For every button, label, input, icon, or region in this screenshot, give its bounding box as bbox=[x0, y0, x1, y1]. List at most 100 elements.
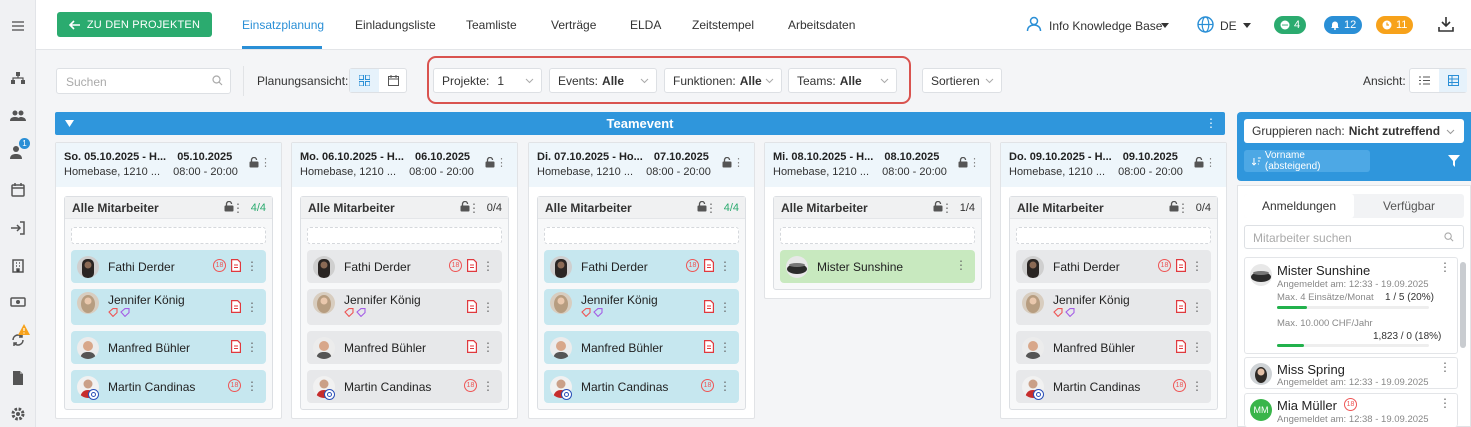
person-row[interactable]: Manfred Bühler ⋮ bbox=[544, 331, 739, 364]
download-icon[interactable] bbox=[1438, 16, 1454, 32]
gear-icon[interactable] bbox=[10, 406, 26, 422]
lock-icon[interactable] bbox=[958, 157, 968, 168]
chevron-down-icon[interactable] bbox=[1161, 23, 1169, 28]
pdf-icon[interactable] bbox=[467, 259, 477, 272]
pdf-icon[interactable] bbox=[467, 340, 477, 353]
pdf-icon[interactable] bbox=[1176, 340, 1186, 353]
grid-view-icon[interactable] bbox=[350, 69, 379, 92]
hierarchy-icon[interactable] bbox=[10, 70, 26, 86]
tab-arbeitsdaten[interactable]: Arbeitsdaten bbox=[788, 18, 855, 32]
pdf-icon[interactable] bbox=[231, 340, 241, 353]
person-menu-icon[interactable]: ⋮ bbox=[482, 341, 494, 353]
column-menu-icon[interactable]: ⋮ bbox=[260, 156, 271, 169]
tab-verfuegbar[interactable]: Verfügbar bbox=[1354, 194, 1464, 218]
users-icon[interactable] bbox=[10, 108, 26, 124]
document-icon[interactable] bbox=[10, 370, 26, 386]
person-menu-icon[interactable]: ⋮ bbox=[955, 259, 967, 271]
employee-search-input[interactable]: Mitarbeiter suchen bbox=[1244, 225, 1464, 249]
person-menu-icon[interactable]: ⋮ bbox=[719, 341, 731, 353]
tab-einladungsliste[interactable]: Einladungsliste bbox=[355, 18, 436, 32]
group-header[interactable]: Alle Mitarbeiter ⋮ 0/4 bbox=[1010, 197, 1217, 219]
person-row[interactable]: Fathi Derder 18 ⋮ bbox=[1016, 250, 1211, 283]
person-menu-icon[interactable]: ⋮ bbox=[1191, 380, 1203, 392]
pdf-icon[interactable] bbox=[704, 300, 714, 313]
tab-elda[interactable]: ELDA bbox=[630, 18, 661, 32]
person-row[interactable]: Jennifer König ⋮ bbox=[1016, 289, 1211, 325]
person-menu-icon[interactable]: ⋮ bbox=[246, 341, 258, 353]
person-menu-icon[interactable]: ⋮ bbox=[482, 380, 494, 392]
collapse-caret-icon[interactable] bbox=[65, 120, 74, 127]
event-column-header[interactable]: Di. 07.10.2025 - Ho... 07.10.2025 Homebas… bbox=[529, 143, 754, 187]
person-menu-icon[interactable]: ⋮ bbox=[1191, 341, 1203, 353]
drop-slot[interactable] bbox=[780, 227, 975, 244]
group-menu-icon[interactable]: ⋮ bbox=[941, 201, 953, 215]
calendar-view-icon[interactable] bbox=[379, 69, 407, 92]
person-row[interactable]: Jennifer König ⋮ bbox=[71, 289, 266, 325]
group-header[interactable]: Alle Mitarbeiter ⋮ 4/4 bbox=[65, 197, 272, 219]
pdf-icon[interactable] bbox=[231, 259, 241, 272]
drop-slot[interactable] bbox=[544, 227, 739, 244]
person-menu-icon[interactable]: ⋮ bbox=[482, 301, 494, 313]
employee-card[interactable]: MM Mia Müller 18 Angemeldet am: 12:38 - … bbox=[1244, 393, 1458, 427]
card-menu-icon[interactable]: ⋮ bbox=[1439, 360, 1451, 374]
drop-slot[interactable] bbox=[1016, 227, 1211, 244]
person-row[interactable]: Martin Candinas 18 ⋮ bbox=[1016, 370, 1211, 403]
group-menu-icon[interactable]: ⋮ bbox=[232, 201, 244, 215]
tab-teamliste[interactable]: Teamliste bbox=[466, 18, 517, 32]
list-view-icon[interactable] bbox=[1410, 69, 1439, 92]
tab-anmeldungen[interactable]: Anmeldungen bbox=[1244, 194, 1354, 218]
language-select[interactable]: DE bbox=[1220, 19, 1237, 33]
employee-card[interactable]: Mister Sunshine Angemeldet am: 12:33 - 1… bbox=[1244, 257, 1458, 354]
person-row[interactable]: Martin Candinas 18 ⋮ bbox=[71, 370, 266, 403]
event-column-header[interactable]: Mi. 08.10.2025 - H... 08.10.2025 Homebase… bbox=[765, 143, 990, 187]
person-row[interactable]: Jennifer König ⋮ bbox=[544, 289, 739, 325]
team-event-bar[interactable]: Teamevent ⋮ bbox=[55, 112, 1225, 135]
group-menu-icon[interactable]: ⋮ bbox=[468, 201, 480, 215]
lock-icon[interactable] bbox=[1194, 157, 1204, 168]
user-menu[interactable]: Info Knowledge Base bbox=[1049, 19, 1162, 33]
pdf-icon[interactable] bbox=[704, 340, 714, 353]
person-menu-icon[interactable]: ⋮ bbox=[246, 301, 258, 313]
drop-slot[interactable] bbox=[307, 227, 502, 244]
group-by-select[interactable]: Gruppieren nach: Nicht zutreffend bbox=[1244, 119, 1464, 143]
pdf-icon[interactable] bbox=[467, 300, 477, 313]
person-row[interactable]: Manfred Bühler ⋮ bbox=[71, 331, 266, 364]
hamburger-icon[interactable] bbox=[10, 18, 26, 34]
person-row[interactable]: Fathi Derder 18 ⋮ bbox=[544, 250, 739, 283]
event-column-header[interactable]: So. 05.10.2025 - H... 05.10.2025 Homebase… bbox=[56, 143, 281, 187]
building-icon[interactable] bbox=[10, 258, 26, 274]
notification-badge[interactable]: 12 bbox=[1324, 16, 1363, 34]
drop-slot[interactable] bbox=[71, 227, 266, 244]
person-row[interactable]: Manfred Bühler ⋮ bbox=[1016, 331, 1211, 364]
person-menu-icon[interactable]: ⋮ bbox=[1191, 301, 1203, 313]
event-column-header[interactable]: Mo. 06.10.2025 - H... 06.10.2025 Homebase… bbox=[292, 143, 517, 187]
person-menu-icon[interactable]: ⋮ bbox=[719, 380, 731, 392]
money-icon[interactable] bbox=[10, 294, 26, 310]
person-row[interactable]: Martin Candinas 18 ⋮ bbox=[307, 370, 502, 403]
scrollbar[interactable] bbox=[1460, 262, 1466, 348]
pdf-icon[interactable] bbox=[1176, 259, 1186, 272]
group-menu-icon[interactable]: ⋮ bbox=[1177, 201, 1189, 215]
login-icon[interactable] bbox=[10, 220, 26, 236]
person-menu-icon[interactable]: ⋮ bbox=[246, 380, 258, 392]
column-menu-icon[interactable]: ⋮ bbox=[969, 156, 980, 169]
lock-icon[interactable] bbox=[722, 157, 732, 168]
table-view-icon[interactable] bbox=[1439, 69, 1467, 92]
person-row[interactable]: Jennifer König ⋮ bbox=[307, 289, 502, 325]
employee-card[interactable]: Miss Spring Angemeldet am: 12:33 - 19.09… bbox=[1244, 357, 1458, 389]
calendar-icon[interactable] bbox=[10, 182, 26, 198]
person-menu-icon[interactable]: ⋮ bbox=[719, 301, 731, 313]
tab-einsatzplanung[interactable]: Einsatzplanung bbox=[242, 18, 324, 32]
card-menu-icon[interactable]: ⋮ bbox=[1439, 260, 1451, 274]
person-menu-icon[interactable]: ⋮ bbox=[246, 260, 258, 272]
person-row[interactable]: Fathi Derder 18 ⋮ bbox=[71, 250, 266, 283]
pdf-icon[interactable] bbox=[1176, 300, 1186, 313]
group-menu-icon[interactable]: ⋮ bbox=[705, 201, 717, 215]
person-menu-icon[interactable]: ⋮ bbox=[482, 260, 494, 272]
sort-chip[interactable]: Vorname (absteigend) bbox=[1244, 150, 1370, 172]
person-menu-icon[interactable]: ⋮ bbox=[1191, 260, 1203, 272]
tab-zeitstempel[interactable]: Zeitstempel bbox=[692, 18, 754, 32]
group-header[interactable]: Alle Mitarbeiter ⋮ 0/4 bbox=[301, 197, 508, 219]
column-menu-icon[interactable]: ⋮ bbox=[733, 156, 744, 169]
person-row[interactable]: Fathi Derder 18 ⋮ bbox=[307, 250, 502, 283]
